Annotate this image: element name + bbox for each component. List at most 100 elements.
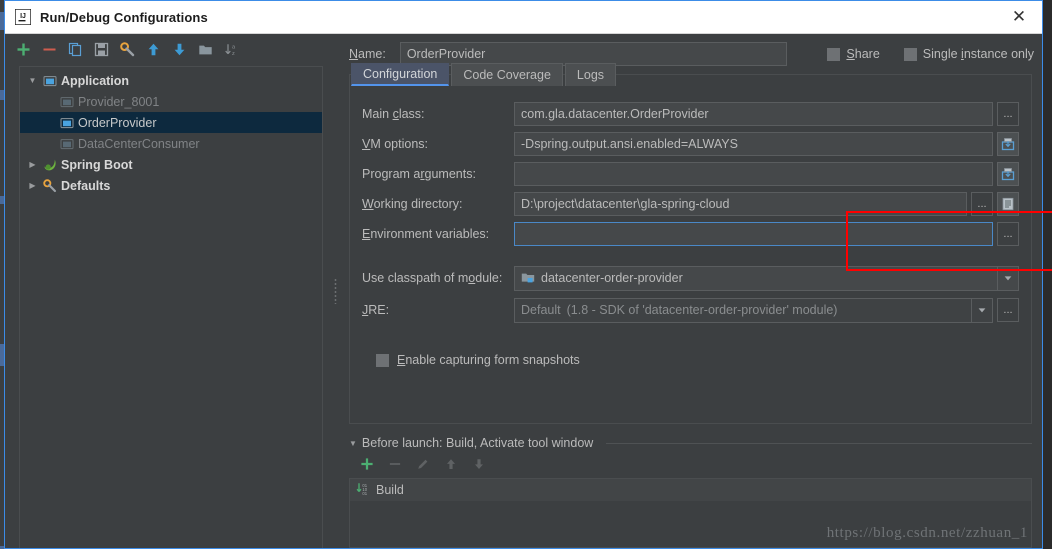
tree-item-label: Defaults [61, 178, 111, 193]
tree-item-label: Application [61, 73, 130, 88]
sort-az-icon[interactable]: a z [219, 37, 243, 61]
application-icon [41, 74, 58, 88]
move-task-up-button [439, 452, 463, 476]
working-directory-row: Working directory: D:\project\datacenter… [362, 189, 1019, 219]
before-launch-task-row[interactable]: 01 10 01 Build [350, 479, 1031, 501]
edit-defaults-button[interactable] [115, 37, 139, 61]
collapse-triangle-icon[interactable]: ▼ [349, 439, 357, 448]
main-class-row: Main class: com.gla.datacenter.OrderProv… [362, 99, 1019, 129]
task-label: Build [376, 483, 404, 497]
close-icon[interactable]: ✕ [996, 1, 1042, 33]
tab-strip: Configuration Code Coverage Logs [351, 63, 618, 86]
configurations-tree[interactable]: ▼ Application Provider_8001 OrderProvider Da… [19, 66, 323, 548]
single-instance-checkbox-box [903, 47, 917, 61]
before-launch-toolbar [349, 450, 1032, 478]
main-class-browse-button[interactable]: ... [997, 102, 1019, 126]
jre-combo[interactable]: Default (1.8 - SDK of 'datacenter-order-… [514, 297, 993, 323]
dialog-title: Run/Debug Configurations [40, 9, 208, 25]
share-label: Share [846, 47, 880, 61]
tree-toolbar: a z [5, 34, 331, 64]
environment-variables-browse-button[interactable]: ... [997, 222, 1019, 246]
working-directory-label: Working directory: [362, 197, 463, 211]
working-directory-macro-button[interactable] [997, 192, 1019, 216]
jre-value: Default [521, 303, 561, 317]
watermark-text: https://blog.csdn.net/zzhuan_1 [826, 525, 1028, 541]
tab-code-coverage[interactable]: Code Coverage [451, 63, 563, 86]
vm-options-input[interactable]: -Dspring.output.ansi.enabled=ALWAYS [514, 132, 993, 156]
single-instance-checkbox[interactable]: Single instance only [903, 47, 1034, 61]
environment-variables-row: Environment variables: ... [362, 219, 1019, 249]
working-directory-input[interactable]: D:\project\datacenter\gla-spring-cloud [514, 192, 967, 216]
remove-task-button [383, 452, 407, 476]
tree-item-defaults[interactable]: ▶ Defaults [20, 175, 322, 196]
copy-configuration-button[interactable] [63, 37, 87, 61]
build-icon: 01 10 01 [356, 482, 370, 499]
panel-splitter[interactable] [331, 34, 339, 548]
edit-task-button [411, 452, 435, 476]
application-icon [58, 95, 75, 109]
tree-item-orderprovider[interactable]: OrderProvider [20, 112, 322, 133]
program-arguments-input[interactable] [514, 162, 993, 186]
classpath-module-value: datacenter-order-provider [541, 271, 683, 285]
tree-item-datacenterconsumer[interactable]: DataCenterConsumer [20, 133, 322, 154]
intellij-idea-icon: IJ [15, 9, 31, 25]
wrench-icon [41, 178, 58, 193]
name-label: Name: [349, 47, 386, 61]
tree-expander[interactable]: ▼ [24, 76, 41, 85]
configuration-form-panel: Name: Share Single instance only Configu… [339, 34, 1052, 548]
enable-snapshots-checkbox-box [376, 353, 389, 367]
classpath-module-combo[interactable]: datacenter-order-provider [514, 265, 1019, 291]
share-checkbox-box [827, 47, 841, 61]
tab-configuration[interactable]: Configuration [351, 63, 450, 86]
jre-browse-button[interactable]: ... [997, 298, 1019, 322]
classpath-module-row: Use classpath of module: datacenter-orde… [362, 263, 1019, 293]
move-task-down-button [467, 452, 491, 476]
jre-chevron-down-icon[interactable] [971, 298, 992, 322]
main-class-label: Main class: [362, 107, 425, 121]
move-down-button[interactable] [167, 37, 191, 61]
tree-item-label: DataCenterConsumer [78, 136, 200, 151]
enable-snapshots-label: Enable capturing form snapshots [397, 353, 580, 367]
chevron-down-icon[interactable] [997, 266, 1018, 290]
application-icon [58, 137, 75, 151]
dialog-titlebar: IJ Run/Debug Configurations ✕ [5, 1, 1042, 34]
tree-expander[interactable]: ▶ [24, 181, 41, 190]
remove-configuration-button[interactable] [37, 37, 61, 61]
single-instance-label: Single instance only [922, 47, 1034, 61]
main-class-input[interactable]: com.gla.datacenter.OrderProvider [514, 102, 993, 126]
add-task-button[interactable] [355, 452, 379, 476]
tree-item-spring-boot[interactable]: ▶ Spring Boot [20, 154, 322, 175]
svg-text:01: 01 [362, 490, 367, 495]
working-directory-browse-button[interactable]: ... [971, 192, 993, 216]
tree-item-provider-8001[interactable]: Provider_8001 [20, 91, 322, 112]
configuration-tab-panel: Configuration Code Coverage Logs Main cl… [349, 63, 1052, 424]
environment-variables-label: Environment variables: [362, 227, 490, 241]
svg-text:a: a [232, 44, 236, 50]
move-up-button[interactable] [141, 37, 165, 61]
tab-logs[interactable]: Logs [564, 63, 617, 86]
create-folder-button[interactable] [193, 37, 217, 61]
run-debug-configurations-dialog: IJ Run/Debug Configurations ✕ a z ▼ Appl… [4, 0, 1052, 549]
save-configuration-button[interactable] [89, 37, 113, 61]
vm-options-row: VM options: -Dspring.output.ansi.enabled… [362, 129, 1019, 159]
share-checkbox[interactable]: Share [827, 47, 880, 61]
module-icon [521, 273, 535, 283]
splitter-grip-icon [333, 278, 337, 304]
svg-text:z: z [232, 50, 235, 56]
classpath-module-label: Use classpath of module: [362, 271, 503, 285]
tree-item-application[interactable]: ▼ Application [20, 70, 322, 91]
enable-snapshots-checkbox[interactable]: Enable capturing form snapshots [376, 353, 1019, 367]
vm-options-expand-button[interactable] [997, 132, 1019, 156]
tree-item-label: OrderProvider [78, 115, 157, 130]
application-icon [58, 116, 75, 130]
before-launch-header[interactable]: ▼ Before launch: Build, Activate tool wi… [349, 436, 1032, 450]
tree-item-label: Spring Boot [61, 157, 133, 172]
add-configuration-button[interactable] [11, 37, 35, 61]
program-arguments-expand-button[interactable] [997, 162, 1019, 186]
program-arguments-label: Program arguments: [362, 167, 476, 181]
jre-hint: (1.8 - SDK of 'datacenter-order-provider… [566, 303, 838, 317]
svg-text:IJ: IJ [20, 13, 26, 20]
before-launch-title: Before launch: Build, Activate tool wind… [361, 436, 594, 450]
tree-expander[interactable]: ▶ [24, 160, 41, 169]
environment-variables-input[interactable] [514, 222, 993, 246]
